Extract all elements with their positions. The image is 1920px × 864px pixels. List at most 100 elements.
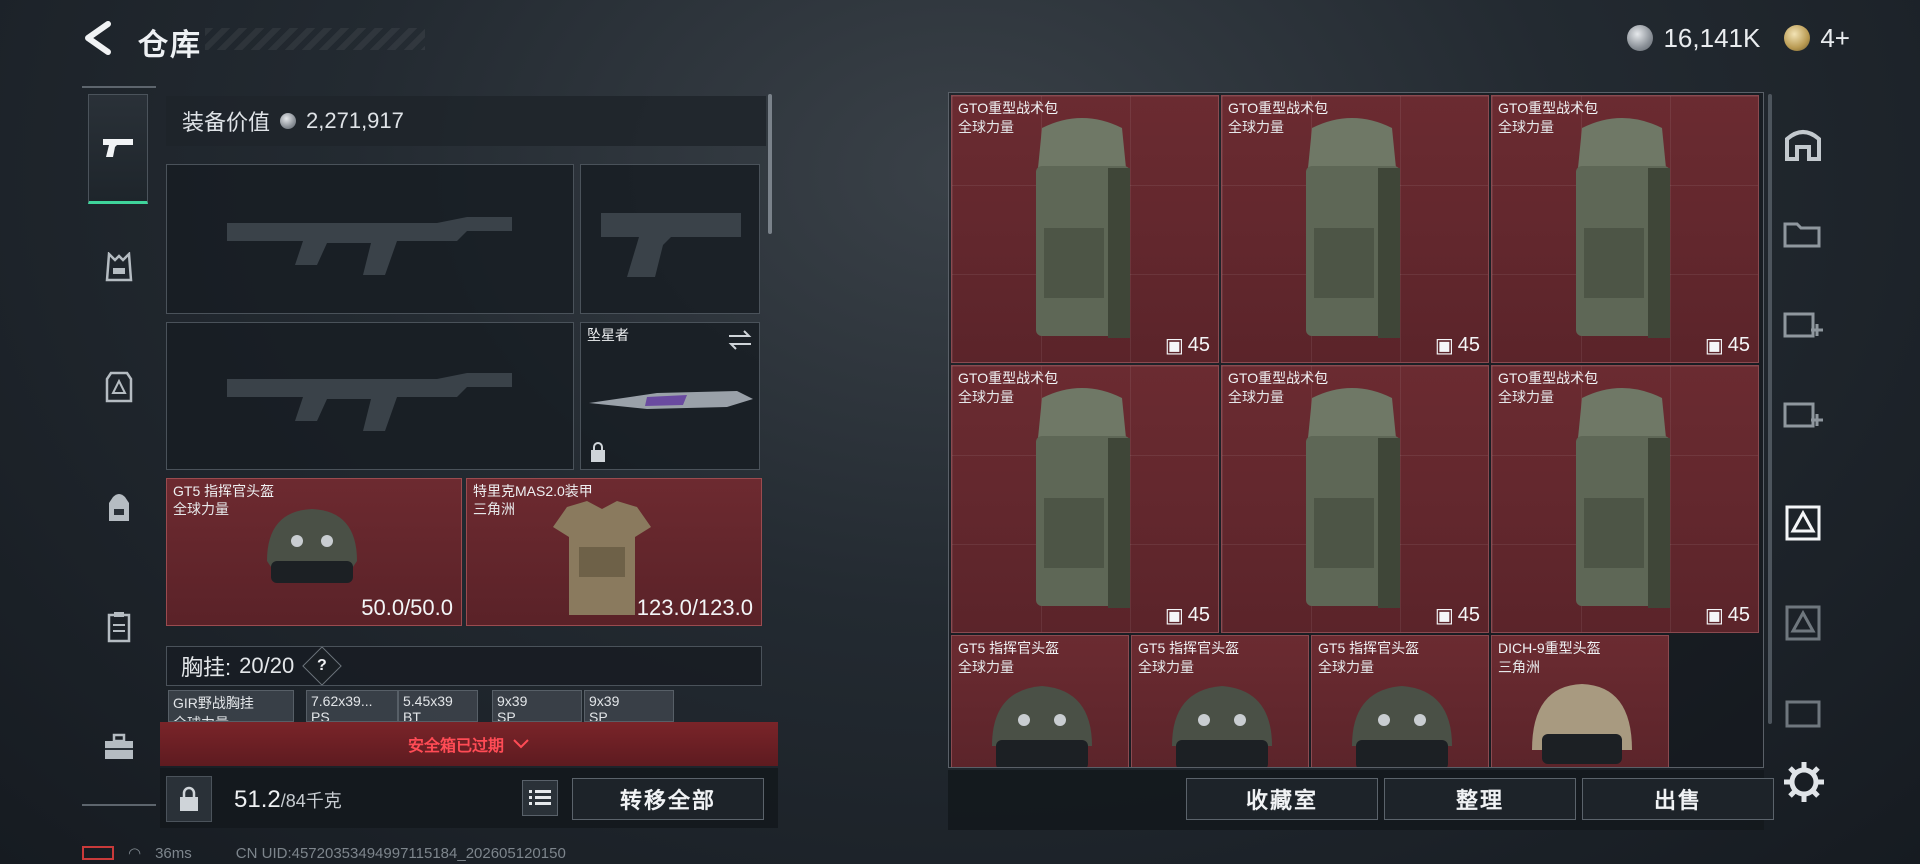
stash-grid: GTO重型战术包 全球力量 ▣ 45 GTO重型战术包 全球力量 ▣ 45 GT… [948,92,1764,768]
gold-coin-icon [1784,25,1811,51]
equipment-value-label: 装备价值 [182,110,271,135]
item-capacity: ▣ 45 [1435,333,1480,358]
item-name: GT5 指挥官头盔 [1318,640,1420,656]
nav-vest[interactable] [90,238,148,296]
ammo-slot[interactable]: 7.62x39... PS [306,690,398,722]
item-name: GT5 指挥官头盔 [1138,640,1240,656]
helmet-image [1172,686,1272,767]
storage-tab-armor[interactable] [1776,596,1830,650]
transfer-all-button[interactable]: 转移全部 [572,778,764,820]
sort-button[interactable]: 整理 [1384,778,1576,820]
armor-faction: 三角洲 [473,501,515,517]
stash-item[interactable]: GT5 指挥官头盔 全球力量 [1311,635,1489,767]
item-capacity: ▣ 45 [1165,603,1210,628]
list-view-button[interactable] [522,780,558,816]
settings-button[interactable] [1782,760,1826,804]
storage-tab-folder[interactable] [1776,206,1830,260]
nav-backpack[interactable] [90,478,148,536]
capacity-icon: ▣ [1434,335,1454,357]
back-arrow-icon [85,21,111,55]
sell-button[interactable]: 出售 [1582,778,1774,820]
item-name: GT5 指挥官头盔 [958,640,1060,656]
premium-amount[interactable]: 4+ [1820,23,1850,54]
backpack-icon [109,494,129,521]
capacity-icon: ▣ [1164,605,1184,627]
chest-rig-count: 20/20 [239,653,295,678]
melee-name: 坠星者 [587,327,629,343]
item-name: GTO重型战术包 [1228,100,1329,116]
list-icon [529,790,551,805]
safe-lock-button[interactable] [166,776,212,822]
weight-current: 51.2 [234,786,281,813]
wifi-icon: ◠ [128,845,142,862]
help-button[interactable]: ? [302,646,342,686]
storage-tab-add-1[interactable] [1776,296,1830,350]
item-faction: 全球力量 [958,119,1014,135]
item-capacity: ▣ 45 [1705,603,1750,628]
stash-item[interactable]: GTO重型战术包 全球力量 ▣ 45 [1491,95,1759,363]
stash-item[interactable]: GTO重型战术包 全球力量 ▣ 45 [951,95,1219,363]
knife-image [589,391,753,409]
user-id: CN UID:45720353494997115184_202605120150 [235,844,566,862]
stash-item[interactable]: GT5 指挥官头盔 全球力量 [1131,635,1309,767]
help-icon: ? [317,657,328,674]
left-scrollbar[interactable] [768,94,772,234]
stash-item[interactable]: DICH-9重型头盔 三角洲 [1491,635,1669,767]
silver-coin-icon [1627,25,1654,51]
item-name: GTO重型战术包 [1228,370,1329,386]
item-name: GTO重型战术包 [1498,100,1599,116]
stash-item[interactable]: GTO重型战术包 全球力量 ▣ 45 [1221,365,1489,633]
sidearm-slot[interactable] [580,164,760,314]
add-container-icon [1783,312,1823,338]
storage-tab-extra[interactable] [1776,686,1830,740]
left-nav [82,86,156,806]
storage-tab-add-2[interactable] [1776,386,1830,440]
helmet-name: GT5 指挥官头盔 [173,483,275,499]
stash-item[interactable]: GTO重型战术包 全球力量 ▣ 45 [1491,365,1759,633]
back-button[interactable] [80,18,120,58]
stash-item[interactable]: GTO重型战术包 全球力量 ▣ 45 [951,365,1219,633]
stash-item[interactable]: GTO重型战术包 全球力量 ▣ 45 [1221,95,1489,363]
weight-max: /84千克 [280,791,342,811]
stash-item[interactable]: GT5 指挥官头盔 全球力量 [951,635,1129,767]
safe-box-expired-text: 安全箱已过期 [407,738,504,755]
helmet-image [1352,686,1452,767]
nav-armor[interactable] [90,358,148,416]
safe-box-expired-banner[interactable]: 安全箱已过期 [160,722,778,766]
collection-room-button[interactable]: 收藏室 [1186,778,1378,820]
swap-icon[interactable] [727,329,753,351]
ammo-name: 7.62x39... [311,693,373,709]
item-name: GTO重型战术包 [958,100,1059,116]
item-faction: 全球力量 [1228,389,1284,405]
room-tab[interactable] [1776,116,1830,170]
ammo-slot[interactable]: 9x39 SP [492,690,582,722]
backpack-image [1306,388,1400,608]
primary-weapon-slot[interactable] [166,164,574,314]
nav-container[interactable] [90,598,148,656]
ammo-sub: BT [403,709,421,722]
armor-slot[interactable]: 特里克MAS2.0装甲 三角洲 123.0/123.0 [466,478,762,626]
equipment-value: 2,271,917 [306,108,404,133]
item-faction: 全球力量 [1498,119,1554,135]
secondary-weapon-slot[interactable] [166,322,574,470]
status-footer: ◠ 36ms CN UID:45720353494997115184_20260… [82,842,566,864]
nav-toolbox[interactable] [90,718,148,776]
pistol-silhouette-icon [601,213,741,277]
helmet-image [992,686,1092,767]
helmet-slot[interactable]: GT5 指挥官头盔 全球力量 50.0/50.0 [166,478,462,626]
lock-icon [591,442,605,462]
folder-icon [1783,222,1821,248]
chest-rig-item[interactable]: GIR野战胸挂 全球力量 [168,690,294,722]
storage-tab-armor-active[interactable] [1776,496,1830,550]
backpack-image [1036,118,1130,338]
ammo-slot[interactable]: 5.45x39 BT [398,690,478,722]
backpack-image [1036,388,1130,608]
title-decoration [205,28,425,50]
melee-slot[interactable]: 坠星者 [580,322,760,470]
item-capacity: ▣ 45 [1165,333,1210,358]
item-name: GTO重型战术包 [1498,370,1599,386]
item-capacity: ▣ 45 [1705,333,1750,358]
nav-weapon[interactable] [88,94,148,204]
stash-scrollbar[interactable] [1768,94,1772,724]
ammo-slot[interactable]: 9x39 SP [584,690,674,722]
